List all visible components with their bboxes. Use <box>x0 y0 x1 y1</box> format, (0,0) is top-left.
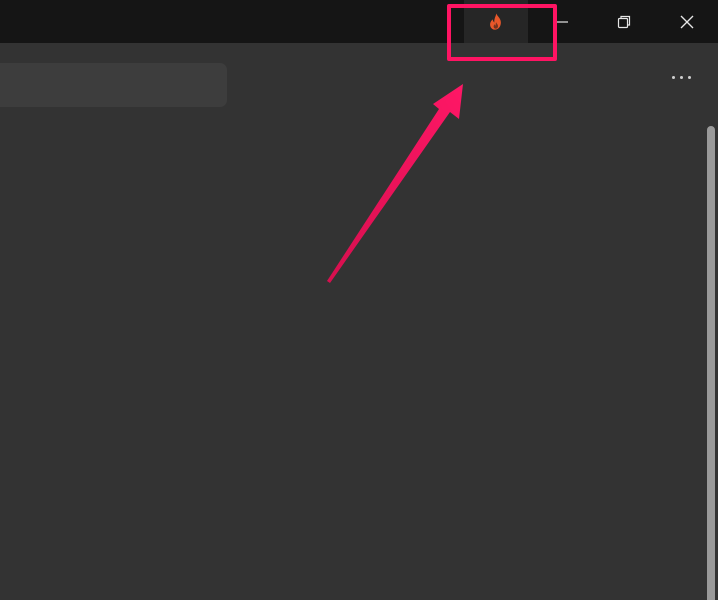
restore-icon <box>617 15 631 28</box>
minimize-button[interactable] <box>531 0 593 43</box>
search-input[interactable] <box>0 63 227 107</box>
more-options-button[interactable] <box>664 64 698 90</box>
title-bar-drag-area[interactable] <box>0 0 440 43</box>
close-button[interactable] <box>656 0 718 43</box>
restore-button[interactable] <box>593 0 655 43</box>
flame-icon <box>490 13 501 30</box>
scrollbar-thumb[interactable] <box>707 126 715 600</box>
more-horizontal-icon <box>687 75 691 79</box>
minimize-icon <box>556 20 568 23</box>
app-window <box>0 0 718 600</box>
more-horizontal-icon <box>671 75 675 79</box>
close-icon <box>680 15 694 28</box>
title-bar <box>0 0 718 43</box>
fire-button[interactable] <box>464 0 528 43</box>
more-horizontal-icon <box>679 75 683 79</box>
